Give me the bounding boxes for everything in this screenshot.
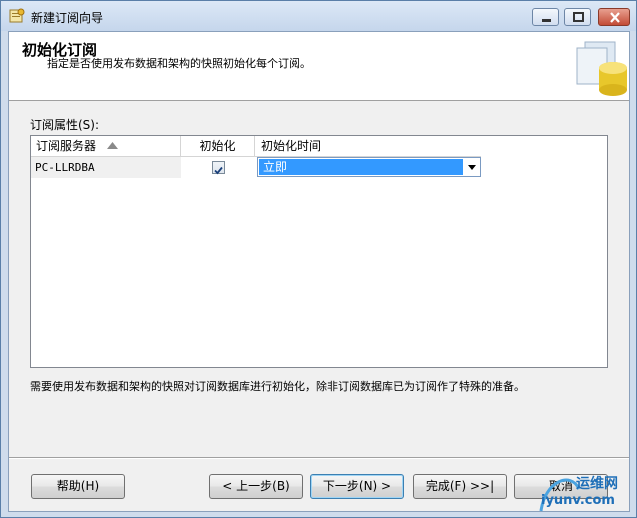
wizard-client-area: 初始化订阅 指定是否使用发布数据和架构的快照初始化每个订阅。 订阅属性(S): … [8,31,630,512]
wizard-app-icon [9,8,25,23]
grid-header-row: 订阅服务器 初始化 初始化时间 [31,136,481,157]
init-time-dropdown[interactable]: 立即 [257,157,481,177]
back-button[interactable]: < 上一步(B) [209,474,303,499]
chevron-down-icon[interactable] [464,158,480,176]
site-watermark: 运维网 iyunv.com [531,471,636,517]
initialization-note: 需要使用发布数据和架构的快照对订阅数据库进行初始化，除非订阅数据库已为订阅作了特… [30,380,525,393]
watermark-text: 运维网 [576,476,618,492]
minimize-icon [542,19,551,22]
finish-button[interactable]: 完成(F) >>| [413,474,507,499]
subscription-properties-label: 订阅属性(S): [30,118,100,132]
column-header-subscriber[interactable]: 订阅服务器 [31,136,181,156]
title-bar[interactable]: 新建订阅向导 [1,1,636,31]
watermark-domain: iyunv.com [541,493,615,508]
maximize-button[interactable] [564,8,591,26]
column-header-initialize[interactable]: 初始化 [181,136,255,156]
close-icon [610,12,620,23]
initialize-cell [181,157,255,178]
subscriber-cell: PC-LLRDBA [31,157,181,178]
init-time-cell: 立即 [255,157,481,178]
initialize-checkbox[interactable] [212,161,225,175]
help-button[interactable]: 帮助(H) [31,474,125,499]
window-title: 新建订阅向导 [31,11,104,25]
sort-ascending-icon [107,142,118,149]
minimize-button[interactable] [532,8,559,26]
init-time-selected-value: 立即 [259,159,463,175]
column-header-init-time[interactable]: 初始化时间 [255,136,481,156]
column-header-subscriber-label: 订阅服务器 [36,139,97,153]
wizard-window: 新建订阅向导 初始化订阅 指定是否使用发布数据和架构的快照初始化每个订阅。 订阅… [0,0,637,518]
next-button[interactable]: 下一步(N) > [310,474,404,499]
footer-divider [9,457,629,459]
wizard-header: 初始化订阅 指定是否使用发布数据和架构的快照初始化每个订阅。 [9,32,629,101]
page-description: 指定是否使用发布数据和架构的快照初始化每个订阅。 [47,57,311,70]
close-button[interactable] [598,8,630,26]
database-graphic-icon [576,41,627,96]
table-row[interactable]: PC-LLRDBA 立即 [31,157,481,178]
checkmark-icon [214,166,223,175]
maximize-icon [573,12,584,22]
subscription-properties-grid[interactable]: 订阅服务器 初始化 初始化时间 PC-LLRDBA 立即 [30,135,608,368]
